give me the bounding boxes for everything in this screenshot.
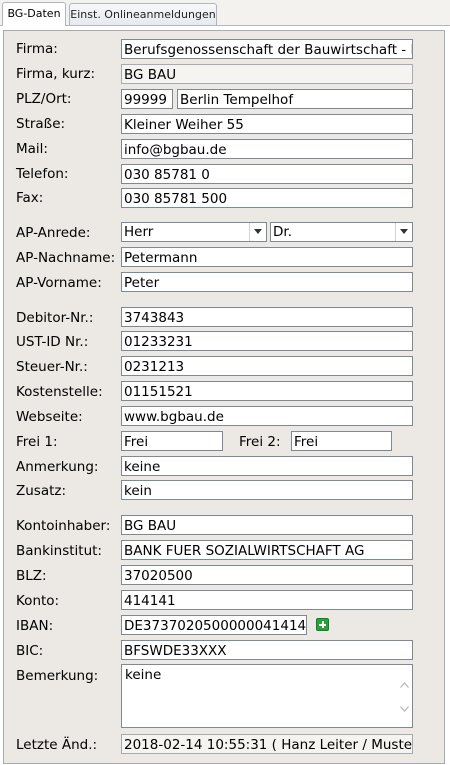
- frei1-input[interactable]: Frei: [121, 431, 223, 451]
- steuer-input[interactable]: 0231213: [121, 356, 413, 376]
- ap-vorname-input[interactable]: Peter: [121, 272, 413, 292]
- ap-nachname-input[interactable]: Petermann: [121, 247, 413, 267]
- chevron-down-icon[interactable]: [395, 223, 412, 241]
- bic-input[interactable]: BFSWDE33XXX: [121, 640, 413, 660]
- frei1-label: Frei 1:: [16, 434, 58, 450]
- fax-input[interactable]: 030 85781 500: [121, 188, 413, 208]
- blz-input[interactable]: 37020500: [121, 565, 413, 585]
- frei2-label: Frei 2:: [239, 434, 281, 450]
- bankinstitut-input[interactable]: BANK FUER SOZIALWIRTSCHAFT AG: [121, 540, 413, 560]
- webseite-input[interactable]: www.bgbau.de: [121, 406, 413, 426]
- letzte-aend-input: 2018-02-14 10:55:31 ( Hanz Leiter / Must…: [121, 734, 413, 754]
- firma-kurz-input[interactable]: BG BAU: [121, 64, 413, 84]
- ap-titel-select[interactable]: Dr.: [270, 222, 413, 242]
- tab-bar: BG-Daten Einst. Onlineanmeldungen: [0, 0, 450, 26]
- ap-anrede-value: Herr: [124, 224, 154, 240]
- ort-input[interactable]: Berlin Tempelhof: [177, 89, 413, 109]
- bankinstitut-label: Bankinstitut:: [16, 543, 102, 559]
- plz-input[interactable]: 99999: [121, 89, 173, 109]
- zusatz-label: Zusatz:: [16, 483, 67, 499]
- ap-titel-value: Dr.: [273, 224, 292, 240]
- firma-input[interactable]: Berufsgenossenschaft der Bauwirtschaft -…: [121, 39, 413, 59]
- kontoinhaber-label: Kontoinhaber:: [16, 518, 111, 534]
- bemerkung-textarea[interactable]: keine: [121, 664, 413, 728]
- chevron-up-icon[interactable]: [400, 682, 409, 688]
- blz-label: BLZ:: [16, 568, 47, 584]
- anmerkung-label: Anmerkung:: [16, 459, 99, 475]
- iban-input[interactable]: DE37370205000000414141: [121, 615, 307, 635]
- tab-bg-daten[interactable]: BG-Daten: [2, 2, 66, 26]
- webseite-label: Webseite:: [16, 409, 83, 425]
- ap-vorname-label: AP-Vorname:: [16, 275, 102, 291]
- tab-einst-onlineanmeldungen[interactable]: Einst. Onlineanmeldungen: [69, 3, 217, 25]
- letzte-aend-label: Letzte Änd.:: [16, 737, 98, 753]
- mail-input[interactable]: info@bgbau.de: [121, 139, 413, 159]
- debitor-input[interactable]: 3743843: [121, 307, 413, 327]
- kostenstelle-input[interactable]: 01151521: [121, 381, 413, 401]
- bic-label: BIC:: [16, 643, 44, 659]
- strasse-input[interactable]: Kleiner Weiher 55: [121, 114, 413, 134]
- ust-id-input[interactable]: 01233231: [121, 331, 413, 351]
- chevron-down-icon[interactable]: [400, 706, 409, 712]
- debitor-label: Debitor-Nr.:: [16, 310, 94, 326]
- plz-ort-label: PLZ/Ort:: [16, 91, 72, 107]
- iban-label: IBAN:: [16, 618, 54, 634]
- firma-kurz-label: Firma, kurz:: [16, 66, 95, 82]
- kontoinhaber-input[interactable]: BG BAU: [121, 515, 413, 535]
- steuer-label: Steuer-Nr.:: [16, 359, 88, 375]
- bemerkung-label: Bemerkung:: [16, 668, 99, 684]
- chevron-down-icon[interactable]: [249, 223, 266, 241]
- telefon-label: Telefon:: [16, 166, 69, 182]
- ust-id-label: UST-ID Nr.:: [16, 334, 89, 350]
- fax-label: Fax:: [16, 190, 44, 206]
- strasse-label: Straße:: [16, 116, 66, 132]
- frei2-input[interactable]: Frei: [291, 431, 392, 451]
- mail-label: Mail:: [16, 141, 48, 157]
- ap-anrede-label: AP-Anrede:: [16, 225, 91, 241]
- bemerkung-scrollbar[interactable]: [397, 666, 411, 726]
- konto-label: Konto:: [16, 593, 60, 609]
- anmerkung-input[interactable]: keine: [121, 456, 413, 476]
- telefon-input[interactable]: 030 85781 0: [121, 164, 413, 184]
- konto-input[interactable]: 414141: [121, 590, 413, 610]
- plus-icon[interactable]: [316, 618, 329, 631]
- zusatz-input[interactable]: kein: [121, 480, 413, 500]
- ap-anrede-select[interactable]: Herr: [121, 222, 267, 242]
- bemerkung-value: keine: [125, 667, 162, 683]
- firma-label: Firma:: [16, 41, 58, 57]
- ap-nachname-label: AP-Nachname:: [16, 250, 116, 266]
- kostenstelle-label: Kostenstelle:: [16, 384, 103, 400]
